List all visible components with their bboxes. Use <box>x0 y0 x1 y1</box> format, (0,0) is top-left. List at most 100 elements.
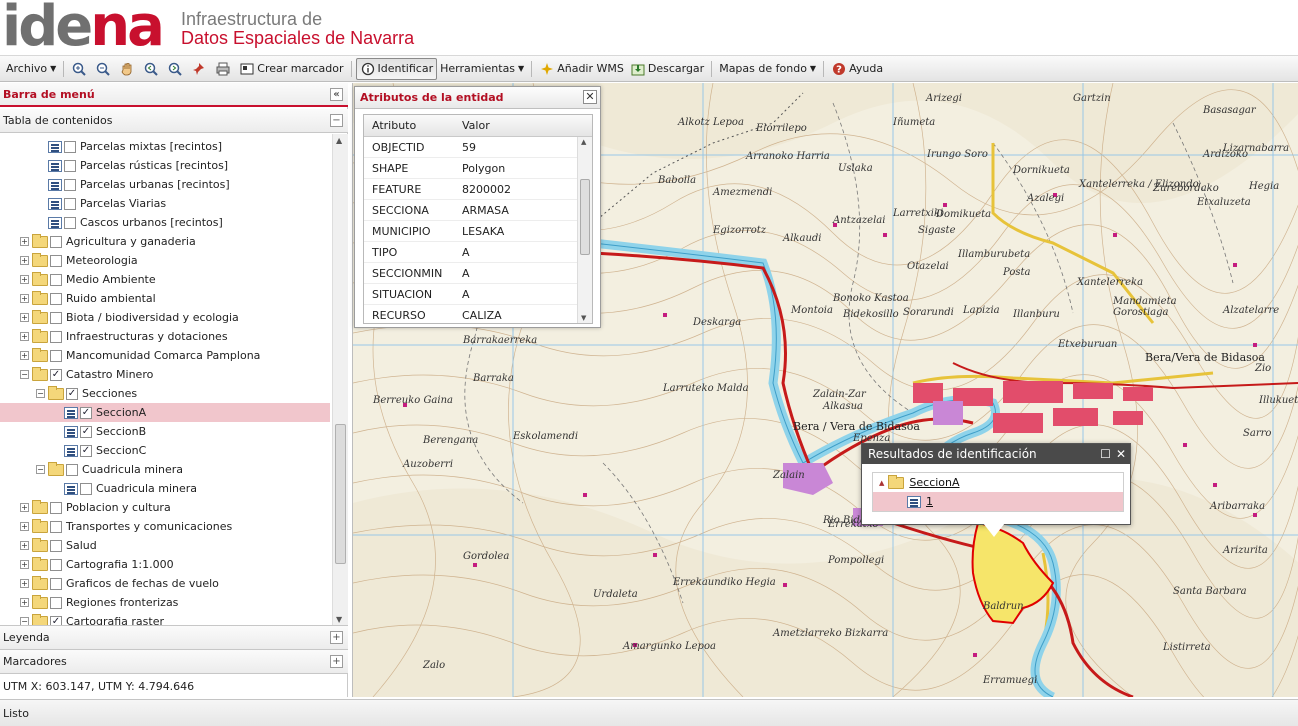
layer-checkbox[interactable] <box>50 273 62 286</box>
layer-checkbox[interactable] <box>50 311 62 324</box>
tree-folder-row[interactable]: + Regiones fronterizas <box>0 593 330 612</box>
layer-checkbox[interactable] <box>66 463 78 476</box>
pushpin-button[interactable] <box>188 58 212 80</box>
layer-checkbox[interactable] <box>50 577 62 590</box>
legend-expand-button[interactable]: + <box>330 631 343 644</box>
tree-folder-row[interactable]: + Mancomunidad Comarca Pamplona <box>0 346 330 365</box>
result-feature-link[interactable]: 1 <box>926 495 933 508</box>
attribute-row[interactable]: SHAPE Polygon <box>364 158 592 179</box>
layer-checkbox[interactable] <box>50 558 62 571</box>
expand-icon[interactable]: + <box>20 522 29 531</box>
tree-folder-row[interactable]: + Salud <box>0 536 330 555</box>
identify-results-header[interactable]: Resultados de identificación ☐ ✕ <box>862 444 1130 464</box>
zoom-next-button[interactable] <box>164 58 188 80</box>
tree-layer-row[interactable]: Cuadricula minera <box>0 479 330 498</box>
bookmarks-header[interactable]: Marcadores + <box>0 650 348 674</box>
collapse-triangle-icon[interactable]: ▲ <box>879 479 884 487</box>
layer-checkbox[interactable] <box>64 140 76 153</box>
tree-folder-row[interactable]: + Graficos de fechas de vuelo <box>0 574 330 593</box>
attribute-row[interactable]: SECCIONMIN A <box>364 263 592 284</box>
tree-folder-row[interactable]: − Cuadricula minera <box>0 460 330 479</box>
layer-checkbox[interactable] <box>50 349 62 362</box>
attributes-scroll-thumb[interactable] <box>580 179 590 255</box>
layer-checkbox[interactable]: ✓ <box>80 406 92 419</box>
collapse-icon[interactable]: − <box>36 465 45 474</box>
expand-icon[interactable]: + <box>20 541 29 550</box>
attribute-row[interactable]: MUNICIPIO LESAKA <box>364 221 592 242</box>
zoom-out-button[interactable] <box>92 58 116 80</box>
attributes-scrollbar[interactable]: ▲ ▼ <box>577 137 592 323</box>
tree-folder-row[interactable]: + Biota / biodiversidad y ecologia <box>0 308 330 327</box>
zoom-in-button[interactable] <box>68 58 92 80</box>
result-layer-link[interactable]: SeccionA <box>909 476 959 489</box>
mapas-de-fondo-menu[interactable]: Mapas de fondo ▼ <box>716 58 819 80</box>
layer-checkbox[interactable] <box>50 254 62 267</box>
tree-folder-row[interactable]: − ✓ Catastro Minero <box>0 365 330 384</box>
tree-layer-row[interactable]: ✓ SeccionC <box>0 441 330 460</box>
maximize-icon[interactable]: ☐ <box>1100 447 1111 461</box>
toc-header[interactable]: Tabla de contenidos − <box>0 109 348 133</box>
expand-icon[interactable]: + <box>20 598 29 607</box>
scroll-up-icon[interactable]: ▲ <box>336 136 342 145</box>
expand-icon[interactable]: + <box>20 560 29 569</box>
column-header-atributo[interactable]: Atributo <box>364 115 454 136</box>
ayuda-button[interactable]: ? Ayuda <box>828 58 886 80</box>
layer-checkbox[interactable] <box>50 235 62 248</box>
collapse-icon[interactable]: − <box>36 389 45 398</box>
layer-checkbox[interactable]: ✓ <box>66 387 78 400</box>
tree-folder-row[interactable]: + Meteorologia <box>0 251 330 270</box>
expand-icon[interactable]: + <box>20 351 29 360</box>
attribute-row[interactable]: TIPO A <box>364 242 592 263</box>
zoom-previous-button[interactable] <box>140 58 164 80</box>
scroll-up-icon[interactable]: ▲ <box>581 138 586 146</box>
layer-checkbox[interactable] <box>50 330 62 343</box>
anadir-wms-button[interactable]: Añadir WMS <box>536 58 627 80</box>
legend-header[interactable]: Leyenda + <box>0 626 348 650</box>
expand-icon[interactable]: + <box>20 294 29 303</box>
expand-icon[interactable]: + <box>20 313 29 322</box>
layer-checkbox[interactable] <box>64 197 76 210</box>
layer-checkbox[interactable] <box>50 501 62 514</box>
attribute-row[interactable]: RECURSO CALIZA <box>364 305 592 323</box>
layer-checkbox[interactable]: ✓ <box>50 615 62 625</box>
scroll-down-icon[interactable]: ▼ <box>336 615 342 624</box>
result-feature-row[interactable]: 1 <box>873 492 1123 511</box>
close-icon[interactable]: ✕ <box>583 90 597 104</box>
scroll-down-icon[interactable]: ▼ <box>581 314 586 322</box>
layer-checkbox[interactable]: ✓ <box>80 425 92 438</box>
layer-checkbox[interactable] <box>64 216 76 229</box>
collapse-icon[interactable]: − <box>20 617 29 625</box>
pan-button[interactable] <box>116 58 140 80</box>
tree-folder-row[interactable]: + Poblacion y cultura <box>0 498 330 517</box>
layer-checkbox[interactable] <box>50 520 62 533</box>
attribute-row[interactable]: FEATURE 8200002 <box>364 179 592 200</box>
layer-checkbox[interactable]: ✓ <box>80 444 92 457</box>
attributes-window-header[interactable]: Atributos de la entidad ✕ <box>355 87 600 109</box>
tree-folder-row[interactable]: − ✓ Cartografia raster <box>0 612 330 625</box>
attribute-row[interactable]: SITUACION A <box>364 284 592 305</box>
layer-checkbox[interactable] <box>50 292 62 305</box>
tree-folder-row[interactable]: + Infraestructuras y dotaciones <box>0 327 330 346</box>
tree-layer-row[interactable]: Parcelas Viarias <box>0 194 330 213</box>
tree-folder-row[interactable]: + Transportes y comunicaciones <box>0 517 330 536</box>
tree-folder-row[interactable]: − ✓ Secciones <box>0 384 330 403</box>
result-layer-row[interactable]: ▲ SeccionA <box>873 473 1123 492</box>
identificar-button[interactable]: Identificar <box>355 57 438 80</box>
layer-checkbox[interactable] <box>64 159 76 172</box>
tree-folder-row[interactable]: + Medio Ambiente <box>0 270 330 289</box>
layer-checkbox[interactable]: ✓ <box>50 368 62 381</box>
tree-layer-row[interactable]: Parcelas urbanas [recintos] <box>0 175 330 194</box>
archivo-menu[interactable]: Archivo ▼ <box>3 58 59 80</box>
tree-layer-row[interactable]: ✓ SeccionB <box>0 422 330 441</box>
attribute-row[interactable]: OBJECTID 59 <box>364 137 592 158</box>
layer-checkbox[interactable] <box>80 482 92 495</box>
expand-icon[interactable]: + <box>20 275 29 284</box>
close-icon[interactable]: ✕ <box>1116 447 1126 461</box>
tree-scroll-thumb[interactable] <box>335 424 346 564</box>
layer-checkbox[interactable] <box>50 539 62 552</box>
attribute-row[interactable]: SECCIONA ARMASA <box>364 200 592 221</box>
herramientas-menu[interactable]: Herramientas ▼ <box>437 58 527 80</box>
tree-folder-row[interactable]: + Cartografia 1:1.000 <box>0 555 330 574</box>
tree-layer-row[interactable]: Parcelas rústicas [recintos] <box>0 156 330 175</box>
expand-icon[interactable]: + <box>20 579 29 588</box>
